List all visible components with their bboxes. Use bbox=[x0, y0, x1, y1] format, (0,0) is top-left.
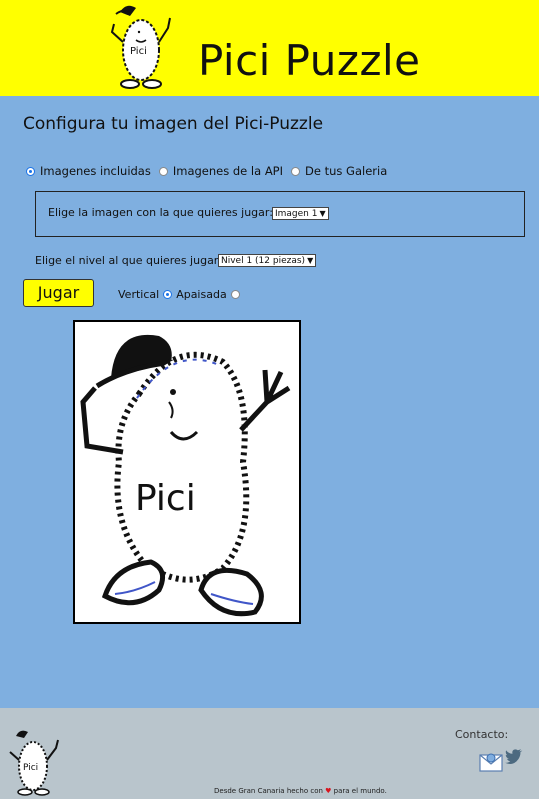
svg-text:Pici: Pici bbox=[23, 763, 38, 773]
image-select[interactable]: Imagen 1 ▼ bbox=[272, 207, 329, 220]
credit-prefix: Desde Gran Canaria hecho con bbox=[214, 787, 323, 795]
chevron-down-icon: ▼ bbox=[307, 256, 314, 265]
mail-icon[interactable] bbox=[479, 752, 503, 772]
level-select-value: Nivel 1 (12 piezas) bbox=[221, 256, 306, 266]
main-content: Configura tu imagen del Pici-Puzzle Imag… bbox=[0, 96, 539, 708]
radio-api-images-label[interactable]: Imagenes de la API bbox=[173, 164, 283, 178]
pici-logo: Pici bbox=[9, 730, 59, 796]
orientation-group: Vertical Apaisada bbox=[118, 288, 244, 301]
header: Pici Pici Puzzle bbox=[0, 0, 539, 96]
pici-character-illustration: Pici bbox=[80, 334, 291, 617]
app-title: Pici Puzzle bbox=[198, 36, 421, 85]
puzzle-preview-image: Pici bbox=[73, 320, 301, 624]
radio-landscape[interactable] bbox=[230, 290, 240, 299]
svg-text:Pici: Pici bbox=[135, 478, 196, 519]
image-choice-box: Elige la imagen con la que quieres jugar… bbox=[35, 191, 525, 237]
contact-label: Contacto: bbox=[455, 728, 509, 741]
image-choice-label: Elige la imagen con la que quieres jugar… bbox=[48, 206, 273, 219]
credit-suffix: para el mundo. bbox=[333, 787, 387, 795]
level-choice-label: Elige el nivel al que quieres jugar: bbox=[35, 254, 222, 267]
pici-logo: Pici bbox=[110, 5, 171, 89]
orientation-landscape-label[interactable]: Apaisada bbox=[176, 288, 227, 301]
image-source-group: Imagenes incluidas Imagenes de la API De… bbox=[26, 164, 395, 178]
chevron-down-icon: ▼ bbox=[319, 209, 326, 218]
heart-icon: ♥ bbox=[325, 787, 332, 795]
page-title: Configura tu imagen del Pici-Puzzle bbox=[23, 114, 324, 134]
twitter-icon[interactable] bbox=[505, 748, 523, 764]
credit-line: Desde Gran Canaria hecho con ♥ para el m… bbox=[214, 787, 387, 795]
level-select[interactable]: Nivel 1 (12 piezas) ▼ bbox=[218, 254, 317, 267]
svg-text:Pici: Pici bbox=[130, 46, 147, 57]
radio-included-images-label[interactable]: Imagenes incluidas bbox=[40, 164, 151, 178]
radio-gallery-images-label[interactable]: De tus Galeria bbox=[305, 164, 387, 178]
radio-included-images[interactable] bbox=[26, 166, 35, 176]
radio-gallery-images[interactable] bbox=[291, 166, 301, 176]
play-button[interactable]: Jugar bbox=[23, 279, 94, 307]
radio-api-images[interactable] bbox=[158, 166, 168, 176]
radio-vertical[interactable] bbox=[163, 290, 173, 299]
footer: Pici Contacto: Desde Gran Canaria hecho … bbox=[0, 708, 539, 799]
orientation-vertical-label[interactable]: Vertical bbox=[118, 288, 159, 301]
image-select-value: Imagen 1 bbox=[275, 209, 318, 219]
